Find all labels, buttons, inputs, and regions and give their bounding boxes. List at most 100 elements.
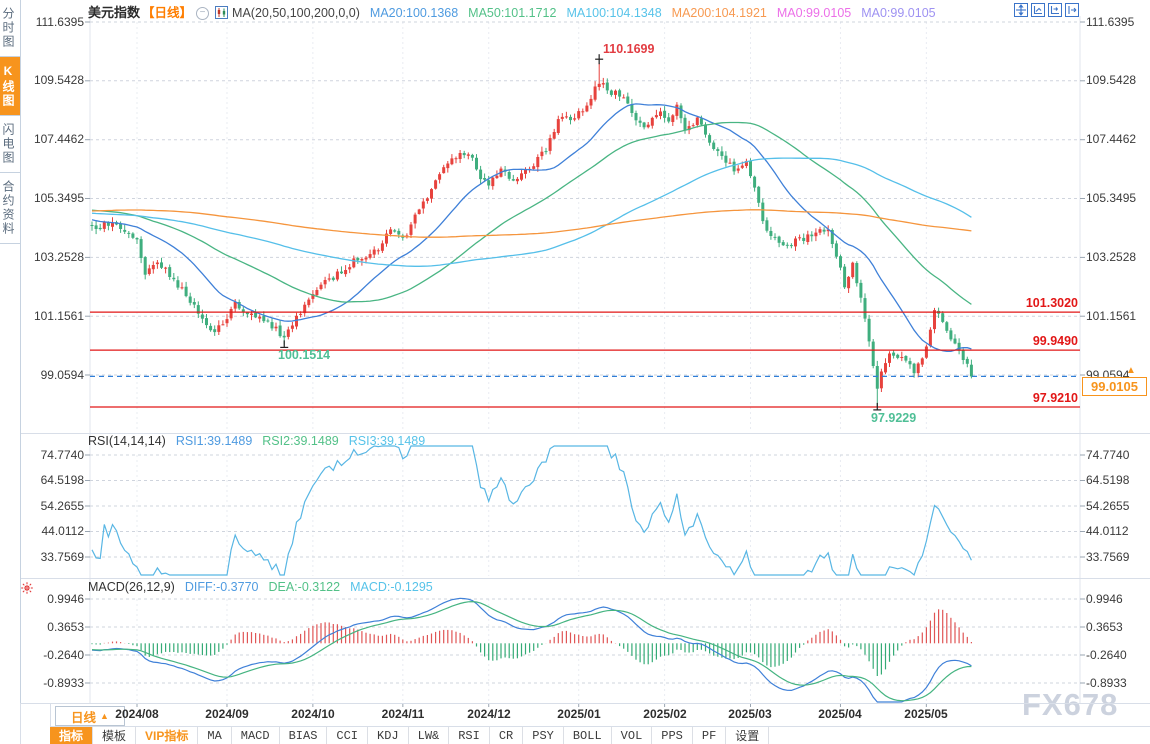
rsi-axis-label-right: 44.0112 xyxy=(1086,524,1129,538)
macd-header: MACD(26,12,9) DIFF:-0.3770 DEA:-0.3122 MACD… xyxy=(88,580,453,594)
xaxis-month-label: 2025/01 xyxy=(557,707,601,721)
rsi-macd-divider xyxy=(20,578,1150,579)
rsi-header: RSI(14,14,14) RSI1:39.1489 RSI2:39.1489 RSI… xyxy=(88,434,445,448)
sidebar-tab-item[interactable]: 闪电图 xyxy=(0,116,20,173)
chart-application: 分时图 K线图 闪电图 合约资料 FX678 美元指数 【日线】 − MA(20,50,10… xyxy=(0,0,1150,744)
price-level-label: 97.9210 xyxy=(1032,391,1078,405)
rsi-axis-label-right: 74.7740 xyxy=(1086,447,1130,462)
scale-x-axis-icon[interactable] xyxy=(1048,3,1062,22)
price-axis-label-right: 105.3495 xyxy=(1086,191,1137,205)
indicator-tab[interactable]: VIP指标 xyxy=(136,727,199,744)
rsi-axis-label-left: 74.7740 xyxy=(40,447,84,462)
sidebar-tab-active[interactable]: K线图 xyxy=(0,57,20,116)
symbol-title: 美元指数 xyxy=(88,5,141,20)
xaxis-month-label: 2024/09 xyxy=(205,707,249,721)
macd-value-label: MACD:-0.1295 xyxy=(350,580,433,594)
period-label: 日线 xyxy=(71,710,97,725)
ma-value-label: MA0:99.0105 xyxy=(861,6,936,20)
sidebar-tab-item[interactable]: 分时图 xyxy=(0,0,20,57)
indicator-settings-icon[interactable] xyxy=(21,581,33,599)
rsi-axis-label-left: 33.7569 xyxy=(40,549,84,564)
macd-axis-label-right: 0.3653 xyxy=(1086,619,1123,634)
ma-value-label: MA20:100.1368 xyxy=(369,6,459,20)
macd-axis-label-left: -0.2640 xyxy=(43,647,84,662)
price-axis-label-right: 103.2528 xyxy=(1086,249,1137,264)
price-axis-label-right: 111.6395 xyxy=(1086,14,1135,29)
price-axis-label-left: 105.3495 xyxy=(33,191,84,205)
xaxis-month-label: 2024/10 xyxy=(291,707,335,721)
xaxis-month-label: 2024/11 xyxy=(381,707,425,721)
xaxis-month-label: 2024/08 xyxy=(115,707,159,721)
indicator-tab[interactable]: MA xyxy=(198,727,232,744)
indicator-tab[interactable]: VOL xyxy=(612,727,653,744)
price-level-label: 101.3020 xyxy=(1025,296,1078,311)
xaxis-month-label: 2024/12 xyxy=(467,707,511,721)
indicator-tab[interactable]: PPS xyxy=(652,727,693,744)
indicator-tab[interactable]: CCI xyxy=(327,727,369,744)
xaxis-month-label: 2025/04 xyxy=(818,707,862,721)
period-tag: 【日线】 xyxy=(142,6,193,20)
indicator-tab[interactable]: CR xyxy=(490,727,524,744)
rsi-axis-label-right: 33.7569 xyxy=(1086,549,1130,564)
candlestick-chart-icon[interactable] xyxy=(215,6,229,22)
indicator-tab[interactable]: PF xyxy=(693,727,727,744)
macd-title: MACD(26,12,9) xyxy=(88,580,175,594)
ma-settings-label: MA(20,50,100,200,0,0) xyxy=(232,6,360,20)
indicator-tab[interactable]: KDJ xyxy=(368,727,409,744)
rsi-values: RSI1:39.1489 RSI2:39.1489 RSI3:39.1489 xyxy=(176,434,435,448)
xaxis-month-label: 2025/03 xyxy=(728,707,772,721)
price-up-arrow-icon: ▲ xyxy=(1126,365,1136,376)
ma-values: MA20:100.1368 MA50:101.1712 MA100:104.1348… xyxy=(370,6,946,20)
indicator-tab[interactable]: PSY xyxy=(523,727,564,744)
rsi-axis-label-left: 54.2655 xyxy=(40,498,84,513)
macd-value-label: DIFF:-0.3770 xyxy=(184,580,259,594)
watermark: FX678 xyxy=(1022,687,1119,722)
pan-crosshair-icon[interactable] xyxy=(1014,3,1028,22)
xaxis-month-label: 2025/05 xyxy=(904,707,948,721)
price-axis-label-left: 109.5428 xyxy=(33,73,84,88)
price-chart-canvas[interactable] xyxy=(0,0,1150,744)
indicator-tabbar: 指标 模板 VIP指标 MA MACD BIAS CCI KDJ LW& RSI CR PSY BOLL… xyxy=(50,727,1150,744)
price-axis-label-right: 101.1561 xyxy=(1086,308,1137,323)
sidebar-tab-item[interactable]: 合约资料 xyxy=(0,173,20,244)
macd-axis-label-right: -0.2640 xyxy=(1086,647,1127,662)
xaxis-divider xyxy=(20,703,1150,704)
indicator-tab[interactable]: BIAS xyxy=(280,727,328,744)
macd-axis-label-right: 0.9946 xyxy=(1086,591,1123,606)
macd-values: DIFF:-0.3770 DEA:-0.3122 MACD:-0.1295 xyxy=(185,580,443,594)
price-axis-label-left: 103.2528 xyxy=(33,249,84,264)
price-axis-label-right: 109.5428 xyxy=(1086,73,1137,88)
rsi-value-label: RSI3:39.1489 xyxy=(348,434,426,448)
indicator-tab[interactable]: LW& xyxy=(409,727,450,744)
macd-value-label: DEA:-0.3122 xyxy=(268,580,341,594)
scale-y-axis-icon[interactable] xyxy=(1031,3,1045,22)
indicator-tab[interactable]: 设置 xyxy=(726,727,770,744)
indicator-tab[interactable]: 模板 xyxy=(93,727,137,744)
macd-axis-label-left: -0.8933 xyxy=(43,675,84,690)
chart-toolbar-icons xyxy=(1014,3,1079,22)
left-sidebar: 分时图 K线图 闪电图 合约资料 xyxy=(0,0,21,703)
ma-value-label: MA200:104.1921 xyxy=(671,6,767,20)
main-chart-header: 美元指数 【日线】 − MA(20,50,100,200,0,0) MA20:100.1… xyxy=(88,2,956,22)
indicator-tab[interactable]: 指标 xyxy=(50,727,94,744)
collapse-icon[interactable]: − xyxy=(196,7,210,21)
low-annotation: 97.9229 xyxy=(871,411,917,425)
price-axis-label-left: 101.1561 xyxy=(33,308,84,323)
high-annotation: 110.1699 xyxy=(603,42,655,56)
macd-axis-label-left: 0.3653 xyxy=(47,619,84,634)
ma-value-label: MA100:104.1348 xyxy=(566,6,662,20)
low-annotation: 100.1514 xyxy=(278,348,331,362)
price-axis-label-left: 111.6395 xyxy=(35,14,84,29)
rsi-axis-label-right: 64.5198 xyxy=(1086,473,1130,487)
xaxis-month-label: 2025/02 xyxy=(643,707,687,721)
indicator-tab[interactable]: RSI xyxy=(449,727,490,744)
indicator-tab[interactable]: MACD xyxy=(232,727,280,744)
ma-value-label: MA50:101.1712 xyxy=(468,6,557,20)
price-axis-label-left: 107.4462 xyxy=(33,132,84,147)
rsi-axis-label-right: 54.2655 xyxy=(1086,498,1130,513)
price-level-label: 99.9490 xyxy=(1032,334,1078,349)
shift-right-icon[interactable] xyxy=(1065,3,1079,22)
price-axis-label-left: 99.0594 xyxy=(40,367,84,382)
indicator-tab[interactable]: BOLL xyxy=(564,727,612,744)
current-price-badge: 99.0105 xyxy=(1082,377,1147,396)
